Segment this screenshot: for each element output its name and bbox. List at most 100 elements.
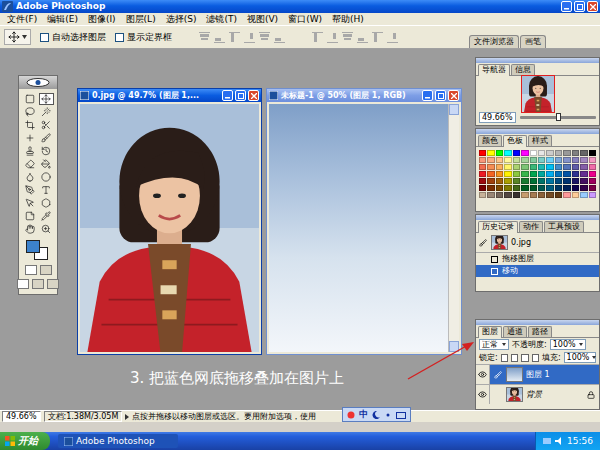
swatch[interactable] — [563, 164, 570, 170]
swatch[interactable] — [521, 157, 528, 163]
swatch[interactable] — [580, 157, 587, 163]
start-button[interactable]: 开始 — [0, 432, 50, 450]
swatch[interactable] — [538, 150, 545, 156]
swatch[interactable] — [589, 185, 596, 191]
palette-tab[interactable]: 通道 — [503, 326, 527, 337]
screen-mode-button[interactable] — [32, 279, 44, 289]
palette-tab[interactable]: 样式 — [528, 135, 552, 146]
swatch[interactable] — [580, 164, 587, 170]
brush-tool[interactable] — [39, 132, 54, 144]
swatch[interactable] — [572, 171, 579, 177]
crop-tool[interactable] — [23, 119, 38, 131]
swatch[interactable] — [555, 192, 562, 198]
swatch[interactable] — [555, 171, 562, 177]
maximize-button[interactable] — [235, 90, 246, 101]
network-icon[interactable] — [543, 437, 551, 445]
palette-tab[interactable]: 信息 — [511, 64, 535, 75]
layer-visibility[interactable] — [476, 365, 490, 384]
swatch[interactable] — [563, 171, 570, 177]
swatch[interactable] — [479, 178, 486, 184]
palette-tab[interactable]: 颜色 — [478, 135, 502, 146]
swatch[interactable] — [487, 157, 494, 163]
screen-mode-button[interactable] — [17, 279, 29, 289]
swatch[interactable] — [513, 164, 520, 170]
swatch[interactable] — [504, 157, 511, 163]
lock-option[interactable] — [501, 354, 508, 362]
menu-item[interactable]: 编辑(E) — [43, 14, 82, 25]
swatch[interactable] — [513, 157, 520, 163]
zoom-field[interactable]: 49.66% — [479, 112, 516, 123]
fill-field[interactable]: 100% — [564, 352, 596, 363]
swatch[interactable] — [580, 178, 587, 184]
pen-tool[interactable] — [23, 184, 38, 196]
swatch[interactable] — [546, 164, 553, 170]
swatch[interactable] — [572, 178, 579, 184]
palette-tab[interactable]: 工具预设 — [544, 221, 584, 232]
ime-toolbar[interactable]: 中 — [342, 407, 411, 422]
swatch[interactable] — [589, 150, 596, 156]
ime-mode[interactable]: 中 — [359, 409, 368, 420]
quick-mask-button[interactable] — [40, 265, 52, 275]
scroll-up-button[interactable] — [449, 104, 459, 115]
slice-tool[interactable] — [39, 119, 54, 131]
checkbox[interactable] — [115, 33, 124, 42]
menu-item[interactable]: 选择(S) — [162, 14, 201, 25]
swatch[interactable] — [504, 192, 511, 198]
palette-tab[interactable]: 导航器 — [478, 64, 510, 76]
lasso-tool[interactable] — [23, 106, 38, 118]
swatch[interactable] — [563, 185, 570, 191]
swatch[interactable] — [530, 178, 537, 184]
palette-tab[interactable]: 图层 — [478, 326, 502, 338]
scroll-down-button[interactable] — [449, 341, 459, 352]
swatch[interactable] — [546, 192, 553, 198]
lock-option[interactable] — [521, 354, 528, 362]
lock-option[interactable] — [532, 354, 539, 362]
menu-item[interactable]: 帮助(H) — [328, 14, 368, 25]
menu-item[interactable]: 视图(V) — [243, 14, 282, 25]
dodge-tool[interactable] — [39, 171, 54, 183]
tool-preset-picker[interactable] — [4, 29, 31, 45]
swatch[interactable] — [496, 164, 503, 170]
swatch[interactable] — [580, 192, 587, 198]
blur-tool[interactable] — [23, 171, 38, 183]
select-tool[interactable] — [23, 197, 38, 209]
menu-item[interactable]: 图像(I) — [84, 14, 120, 25]
maximize-button[interactable] — [574, 1, 585, 12]
swatch[interactable] — [479, 157, 486, 163]
layer-visibility[interactable] — [476, 385, 490, 404]
swatch[interactable] — [487, 185, 494, 191]
maximize-button[interactable] — [435, 90, 446, 101]
swatch[interactable] — [563, 150, 570, 156]
swatch[interactable] — [530, 157, 537, 163]
swatch[interactable] — [555, 164, 562, 170]
swatch[interactable] — [572, 157, 579, 163]
close-button[interactable] — [448, 90, 459, 101]
swatch[interactable] — [513, 150, 520, 156]
history-tool[interactable] — [39, 145, 54, 157]
palette-tab[interactable]: 色板 — [503, 135, 527, 147]
zoom-tool[interactable] — [39, 223, 54, 235]
palette-well-tab[interactable]: 画笔 — [520, 35, 546, 48]
close-button[interactable] — [248, 90, 259, 101]
swatch[interactable] — [589, 157, 596, 163]
swatch[interactable] — [546, 171, 553, 177]
swatch[interactable] — [487, 171, 494, 177]
screen-mode-button[interactable] — [47, 279, 59, 289]
eraser-tool[interactable] — [23, 158, 38, 170]
hand-tool[interactable] — [23, 223, 38, 235]
swatch[interactable] — [538, 171, 545, 177]
swatch[interactable] — [538, 157, 545, 163]
swatch[interactable] — [496, 171, 503, 177]
swatch[interactable] — [496, 157, 503, 163]
swatch[interactable] — [504, 185, 511, 191]
swatch[interactable] — [504, 171, 511, 177]
minimize-button[interactable] — [561, 1, 572, 12]
taskbar-button[interactable]: Adobe Photoshop — [58, 434, 178, 448]
menu-item[interactable]: 文件(F) — [3, 14, 41, 25]
swatch[interactable] — [572, 185, 579, 191]
menu-item[interactable]: 窗口(W) — [284, 14, 326, 25]
swatch[interactable] — [589, 171, 596, 177]
swatch[interactable] — [555, 157, 562, 163]
palette-tab[interactable]: 动作 — [519, 221, 543, 232]
swatch[interactable] — [555, 185, 562, 191]
